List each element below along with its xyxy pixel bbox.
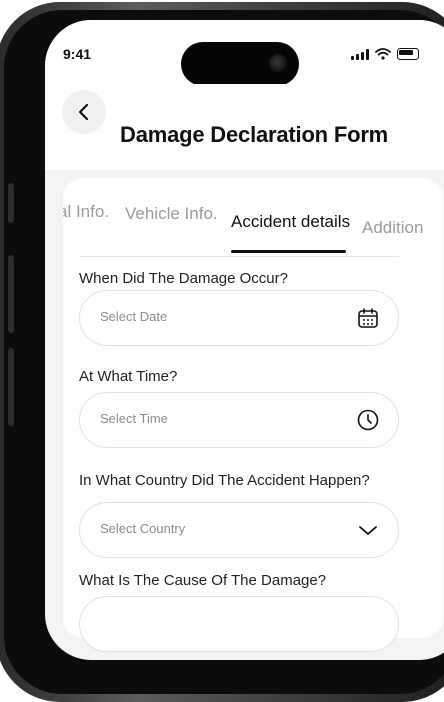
country-field-label: In What Country Did The Accident Happen? — [79, 472, 370, 489]
active-tab-indicator — [231, 250, 346, 253]
country-select[interactable]: Select Country — [79, 502, 399, 558]
tab-vehicle-info[interactable]: Vehicle Info. — [125, 204, 218, 224]
date-field[interactable]: Select Date — [79, 290, 399, 346]
chevron-down-icon — [359, 526, 377, 535]
time-field-label: At What Time? — [79, 368, 178, 385]
time-field[interactable]: Select Time — [79, 392, 399, 448]
dynamic-island — [181, 42, 299, 86]
side-button-volume-up — [8, 255, 14, 333]
page-header: Damage Declaration Form — [45, 84, 444, 170]
tab-personal-info[interactable]: al Info. — [63, 202, 109, 222]
battery-icon — [397, 48, 419, 60]
side-button-mute — [8, 183, 14, 223]
clock-icon — [357, 409, 379, 431]
cause-field[interactable] — [79, 596, 399, 652]
date-field-placeholder: Select Date — [100, 309, 168, 324]
tab-divider — [79, 256, 399, 257]
camera-icon — [269, 54, 287, 72]
status-icons — [351, 48, 419, 60]
side-button-volume-down — [8, 348, 14, 426]
tab-additional[interactable]: Addition — [362, 218, 423, 238]
time-field-placeholder: Select Time — [100, 411, 168, 426]
page-title: Damage Declaration Form — [120, 122, 389, 147]
signal-icon — [351, 48, 369, 60]
chevron-left-icon — [78, 103, 89, 121]
wifi-icon — [375, 48, 391, 60]
status-time: 9:41 — [63, 46, 92, 62]
calendar-icon — [358, 308, 378, 328]
country-select-placeholder: Select Country — [100, 521, 186, 536]
tab-accident-details[interactable]: Accident details — [231, 212, 350, 232]
date-field-label: When Did The Damage Occur? — [79, 270, 288, 287]
cause-field-label: What Is The Cause Of The Damage? — [79, 572, 327, 589]
tab-bar: al Info. Vehicle Info. Accident details … — [63, 196, 444, 258]
status-bar: 9:41 — [45, 20, 444, 86]
back-button[interactable] — [62, 90, 106, 134]
